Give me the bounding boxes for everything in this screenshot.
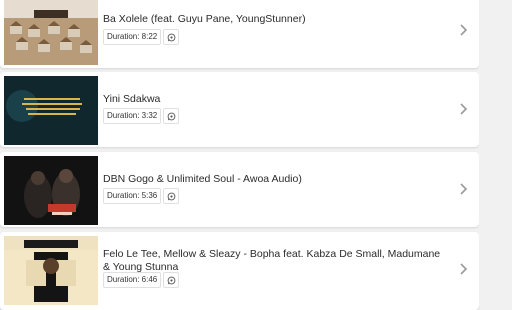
duration-badge: Duration: 3:32 xyxy=(103,108,162,124)
scrollbar[interactable] xyxy=(479,0,512,306)
track-thumbnail xyxy=(4,76,98,145)
whatsapp-icon[interactable] xyxy=(163,108,180,124)
whatsapp-icon[interactable] xyxy=(163,29,180,45)
duration-badge: Duration: 5:36 xyxy=(103,188,162,204)
track-title: DBN Gogo & Unlimited Soul - Awoa Audio) xyxy=(103,173,302,185)
track-title: Felo Le Tee, Mellow & Sleazy - Bopha fea… xyxy=(103,248,441,273)
track-list: Ba Xolele (feat. Guyu Pane, YoungStunner… xyxy=(0,0,479,310)
chevron-right-icon[interactable] xyxy=(459,262,469,276)
track-meta: Duration: 6:46 xyxy=(103,272,180,288)
track-thumbnail xyxy=(4,236,98,305)
track-card[interactable]: DBN Gogo & Unlimited Soul - Awoa Audio) … xyxy=(0,152,479,227)
whatsapp-icon[interactable] xyxy=(163,188,180,204)
chevron-right-icon[interactable] xyxy=(459,23,469,37)
track-card[interactable]: Ba Xolele (feat. Guyu Pane, YoungStunner… xyxy=(0,0,479,68)
track-meta: Duration: 5:36 xyxy=(103,188,180,204)
track-thumbnail xyxy=(4,0,98,65)
track-title: Yini Sdakwa xyxy=(103,93,161,105)
track-thumbnail xyxy=(4,156,98,225)
whatsapp-icon[interactable] xyxy=(163,272,180,288)
track-title: Ba Xolele (feat. Guyu Pane, YoungStunner… xyxy=(103,13,306,25)
track-meta: Duration: 8:22 xyxy=(103,29,180,45)
chevron-right-icon[interactable] xyxy=(459,182,469,196)
track-meta: Duration: 3:32 xyxy=(103,108,180,124)
track-card[interactable]: Yini Sdakwa Duration: 3:32 xyxy=(0,72,479,147)
duration-badge: Duration: 6:46 xyxy=(103,272,162,288)
chevron-right-icon[interactable] xyxy=(459,102,469,116)
track-card[interactable]: Felo Le Tee, Mellow & Sleazy - Bopha fea… xyxy=(0,232,479,310)
duration-badge: Duration: 8:22 xyxy=(103,29,162,45)
